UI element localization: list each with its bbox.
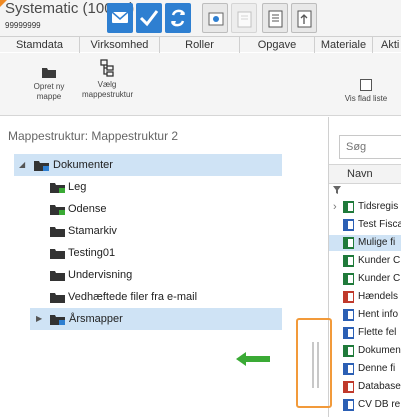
word-file-icon: [343, 219, 354, 231]
folder-icon: [50, 315, 65, 325]
file-name: Kunder C: [358, 255, 401, 266]
excel-file-icon: [343, 255, 354, 267]
folder-tree-panel: Mappestruktur: Mappestruktur 2 ◢ Dokumen…: [0, 117, 300, 417]
file-row[interactable]: Denne fi: [329, 361, 401, 377]
tree-item-label: Vedhæftede filer fra e-mail: [68, 291, 198, 303]
file-row[interactable]: Mulige fi: [329, 235, 401, 251]
flat-list-label: Vis flad liste: [344, 94, 388, 103]
excel-file-icon: [343, 201, 354, 213]
case-number: 99999999: [5, 21, 41, 30]
file-name: Denne fi: [358, 363, 396, 374]
choose-structure-button[interactable]: Vælg mappestruktur: [82, 59, 134, 100]
flat-list-toggle[interactable]: Vis flad liste: [338, 79, 394, 104]
folder-icon: [34, 161, 49, 171]
tree-item-aarsmapper[interactable]: ▶ Årsmapper: [30, 308, 282, 330]
tab-aktiviteter[interactable]: Akti: [373, 37, 401, 53]
search-input[interactable]: [340, 136, 401, 158]
document-icon[interactable]: [262, 3, 288, 33]
new-folder-button[interactable]: Opret ny mappe: [27, 65, 71, 102]
file-name: Test Fisca: [358, 219, 401, 230]
file-row[interactable]: Dokumen: [329, 343, 401, 359]
file-row[interactable]: Tidsregis ›: [329, 199, 401, 215]
tab-materiale[interactable]: Materiale: [315, 37, 373, 53]
structure-icon: [100, 59, 114, 77]
document-list-panel: Navn Tidsregis › Test Fisca Mulige fi Kunder…: [328, 117, 401, 417]
splitter-highlight: [296, 318, 332, 408]
new-folder-label: Opret ny mappe: [33, 82, 65, 101]
export-document-icon[interactable]: [291, 3, 317, 33]
collapse-icon[interactable]: ◢: [19, 154, 29, 176]
file-row[interactable]: Hent info: [329, 307, 401, 323]
column-header-navn[interactable]: Navn: [329, 164, 401, 184]
app-window: Systematic (10008) 99999999 Stamdata Vir…: [0, 0, 401, 417]
tree-item-label: Dokumenter: [53, 159, 113, 171]
choose-structure-label: Vælg mappestruktur: [82, 80, 134, 99]
case-header: Systematic (10008) 99999999 Stamdata Vir…: [0, 0, 401, 53]
checkbox-icon[interactable]: [360, 79, 372, 91]
envelope-icon[interactable]: [107, 3, 133, 33]
folder-icon: [50, 183, 65, 193]
file-row[interactable]: Hændels: [329, 289, 401, 305]
filter-icon[interactable]: [333, 186, 341, 194]
filter-row: [329, 184, 401, 196]
ribbon: Opret ny mappe Vælg mappestruktur Vis fl…: [0, 53, 401, 116]
folder-icon: [50, 271, 65, 281]
tab-roller[interactable]: Roller: [160, 37, 240, 53]
tab-opgave[interactable]: Opgave: [240, 37, 315, 53]
file-row[interactable]: Flette fel: [329, 325, 401, 341]
word-file-icon: [343, 327, 354, 339]
folder-icon: [50, 205, 65, 215]
tree-item-label: Stamarkiv: [68, 225, 117, 237]
structure-title: Mappestruktur: Mappestruktur 2: [8, 129, 179, 143]
excel-file-icon: [343, 237, 354, 249]
tab-bar: Stamdata Virksomhed Roller Opgave Materi…: [0, 36, 401, 53]
attachment-icon[interactable]: [231, 3, 257, 33]
tree-item-dokumenter[interactable]: ◢ Dokumenter: [14, 154, 282, 176]
file-name: Database: [358, 381, 401, 392]
file-row[interactable]: Kunder C: [329, 253, 401, 269]
word-file-icon: [343, 363, 354, 375]
pdf-file-icon: [343, 381, 354, 393]
file-name: Tidsregis: [358, 201, 399, 212]
file-name: Mulige fi: [358, 237, 396, 248]
left-arrow-icon: [236, 352, 270, 366]
file-name: Hent info: [358, 309, 399, 320]
file-name: Dokumen: [358, 345, 401, 356]
tab-stamdata[interactable]: Stamdata: [0, 37, 80, 53]
tree-item-label: Odense: [68, 203, 107, 215]
folder-icon: [50, 293, 65, 303]
word-file-icon: [343, 309, 354, 321]
word-file-icon: [343, 399, 354, 411]
tab-virksomhed[interactable]: Virksomhed: [80, 37, 160, 53]
tree-item-label: Undervisning: [68, 269, 133, 281]
pdf-file-icon: [343, 291, 354, 303]
folder-icon: [42, 68, 56, 78]
file-row[interactable]: CV DB re: [329, 397, 401, 413]
refresh-icon[interactable]: [165, 3, 191, 33]
tree-item-label: Testing01: [68, 247, 116, 259]
folder-icon: [50, 249, 65, 259]
file-name: Hændels: [358, 291, 399, 302]
file-name: Kunder C: [358, 273, 401, 284]
file-name: CV DB re: [358, 399, 401, 410]
folder-icon: [50, 227, 65, 237]
tree-item-label: Årsmapper: [69, 313, 123, 325]
column-header-label: Navn: [347, 168, 373, 180]
checkmark-icon[interactable]: [136, 3, 162, 33]
tree-item-label: Leg: [68, 181, 87, 193]
excel-file-icon: [343, 273, 354, 285]
splitter-grip[interactable]: [317, 342, 319, 388]
settings-icon[interactable]: [202, 3, 228, 33]
expand-icon[interactable]: ›: [333, 199, 337, 215]
splitter-grip[interactable]: [312, 342, 314, 388]
search-field[interactable]: [339, 135, 401, 159]
file-row[interactable]: Database: [329, 379, 401, 395]
expand-icon[interactable]: ▶: [36, 308, 46, 330]
file-row[interactable]: Kunder C: [329, 271, 401, 287]
excel-file-icon: [343, 345, 354, 357]
file-row[interactable]: Test Fisca: [329, 217, 401, 233]
file-name: Flette fel: [358, 327, 397, 338]
